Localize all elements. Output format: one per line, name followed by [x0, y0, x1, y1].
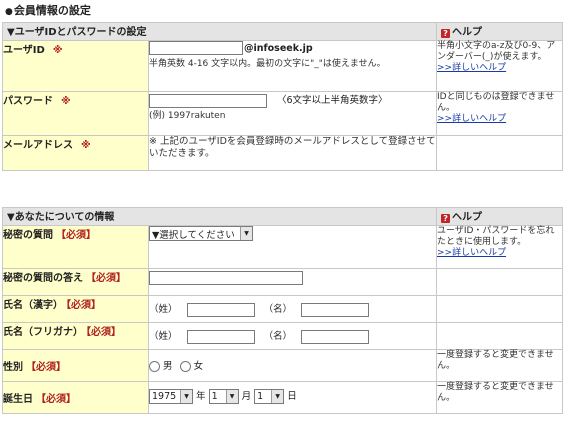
gender-female-radio[interactable]: [179, 361, 191, 372]
day-unit: 日: [287, 391, 297, 402]
name-kanji-sei-input[interactable]: [186, 302, 255, 317]
birth-year-select[interactable]: 1975 ▼: [149, 389, 193, 404]
page-title: ●会員情報の設定: [5, 2, 91, 18]
name-kanji-label: 氏名（漢字） 【必須】: [2, 295, 149, 323]
surname-label: （姓）: [149, 304, 178, 315]
help-icon: ?: [441, 29, 451, 38]
birthday-label: 誕生日 【必須】: [2, 381, 149, 414]
password-label: パスワード ※: [2, 91, 149, 136]
gender-label: 性別 【必須】: [2, 349, 149, 382]
month-unit: 月: [241, 391, 252, 402]
gender-help: 一度登録すると変更できません。: [436, 349, 564, 382]
password-input[interactable]: [149, 93, 267, 108]
password-help: IDと同じものは登録できません。 >>詳しいヘルプ: [436, 91, 564, 136]
name-kana-label: 氏名（フリガナ） 【必須】: [2, 322, 149, 350]
chevron-down-icon: ▼: [240, 227, 252, 240]
userid-label: ユーザID ※: [2, 40, 149, 92]
password-help-link[interactable]: >>詳しいヘルプ: [437, 114, 506, 124]
mail-note: ※ 上記のユーザIDを会員登録時のメールアドレスとして登録させていただきます。: [149, 136, 436, 159]
mail-label: メールアドレス ※: [2, 135, 149, 171]
name-kanji-mei-input[interactable]: [301, 302, 370, 317]
birthday-help: 一度登録すると変更できません。: [436, 381, 564, 414]
userid-help: 半角小文字のa-z及び0-9、アンダーバー(_)が使えます。 >>詳しいヘルプ: [436, 40, 564, 92]
userid-input[interactable]: [149, 41, 243, 55]
year-unit: 年: [196, 391, 206, 402]
domain-suffix: @infoseek.jp: [244, 42, 313, 54]
personal-info-table: ▼あなたについての情報 ? ヘルプ 秘密の質問 【必須】 ▼選択してください ▼ ユー…: [1, 207, 564, 414]
name-kana-sei-input[interactable]: [186, 329, 255, 344]
surname-label: （姓）: [149, 331, 178, 342]
userid-note: 半角英数 4-16 文字以内。最初の文字に"_"は使えません。: [149, 59, 386, 69]
secret-answer-input[interactable]: [149, 271, 303, 285]
gender-male-label: 男: [163, 361, 173, 372]
secret-question-select[interactable]: ▼選択してください ▼: [149, 226, 253, 241]
password-example: (例) 1997rakuten: [149, 110, 226, 121]
help-header: ? ヘルプ: [436, 207, 564, 226]
help-icon: ?: [441, 214, 451, 223]
given-name-label: （名）: [263, 331, 293, 342]
secret-question-help: ユーザID・パスワードを忘れたときに使用します。 >>詳しいヘルプ: [436, 225, 564, 269]
section-header-personal: ▼あなたについての情報: [1, 207, 438, 226]
gender-female-label: 女: [193, 361, 204, 372]
mail-help: [436, 135, 564, 171]
account-settings-table: ▼ユーザIDとパスワードの設定 ? ヘルプ ユーザID ※ @infoseek.jp…: [1, 22, 564, 171]
chevron-down-icon: ▼: [271, 390, 284, 403]
help-header: ? ヘルプ: [436, 22, 564, 41]
secret-question-label: 秘密の質問 【必須】: [2, 225, 149, 269]
gender-male-radio[interactable]: [149, 361, 160, 372]
secret-answer-label: 秘密の質問の答え 【必須】: [2, 268, 149, 296]
chevron-down-icon: ▼: [180, 390, 192, 403]
chevron-down-icon: ▼: [225, 390, 238, 403]
name-kana-mei-input[interactable]: [301, 329, 370, 344]
birth-month-select[interactable]: 1 ▼: [208, 389, 239, 404]
secret-question-help-link[interactable]: >>詳しいヘルプ: [437, 248, 506, 258]
userid-help-link[interactable]: >>詳しいヘルプ: [437, 63, 506, 73]
password-hint: 〈6文字以上半角英数字〉: [277, 95, 388, 106]
section-header-account: ▼ユーザIDとパスワードの設定: [1, 22, 438, 41]
birth-day-select[interactable]: 1 ▼: [254, 389, 285, 404]
bullet-icon: ●: [5, 7, 13, 17]
given-name-label: （名）: [263, 304, 293, 315]
page-title-text: 会員情報の設定: [13, 4, 91, 17]
